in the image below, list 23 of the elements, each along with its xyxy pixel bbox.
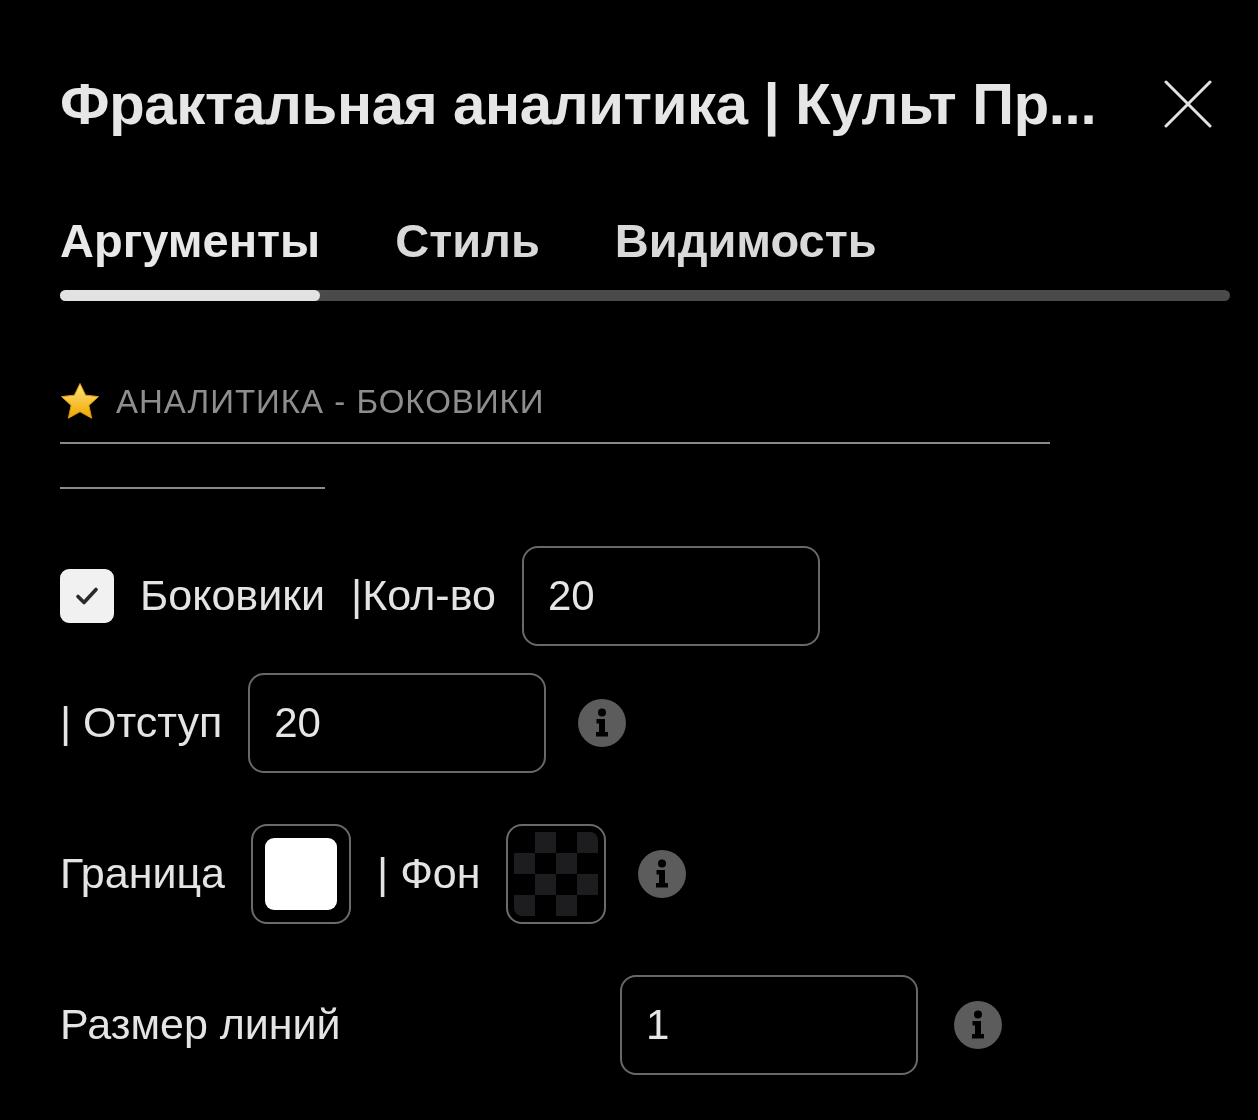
- checkbox[interactable]: [60, 568, 114, 623]
- star-icon: [60, 381, 100, 422]
- color-picker-button[interactable]: [506, 823, 607, 924]
- close-button[interactable]: [1164, 80, 1212, 128]
- field-label: |Кол-во: [351, 570, 496, 622]
- dialog-title: Фрактальная аналитика | Культ Пр...: [60, 70, 1097, 139]
- section-title: АНАЛИТИКА - БОКОВИКИ: [116, 382, 545, 423]
- field-label: Боковики: [140, 570, 326, 622]
- field-label: Размер линий: [60, 999, 342, 1051]
- tab[interactable]: Видимость: [614, 214, 877, 269]
- field-label: | Отступ: [60, 697, 223, 749]
- info-icon[interactable]: [578, 698, 627, 747]
- field-label: Граница: [60, 848, 225, 900]
- number-input[interactable]: 20: [248, 672, 547, 773]
- info-icon[interactable]: [954, 1000, 1002, 1049]
- number-input[interactable]: 1: [620, 974, 918, 1075]
- tab[interactable]: Стиль: [395, 214, 540, 269]
- info-icon[interactable]: [638, 849, 687, 898]
- close-icon: [1164, 80, 1212, 128]
- color-picker-button[interactable]: [251, 823, 351, 924]
- field-label: | Фон: [377, 848, 481, 900]
- number-input[interactable]: 20: [521, 545, 820, 646]
- tab[interactable]: Аргументы: [60, 214, 321, 269]
